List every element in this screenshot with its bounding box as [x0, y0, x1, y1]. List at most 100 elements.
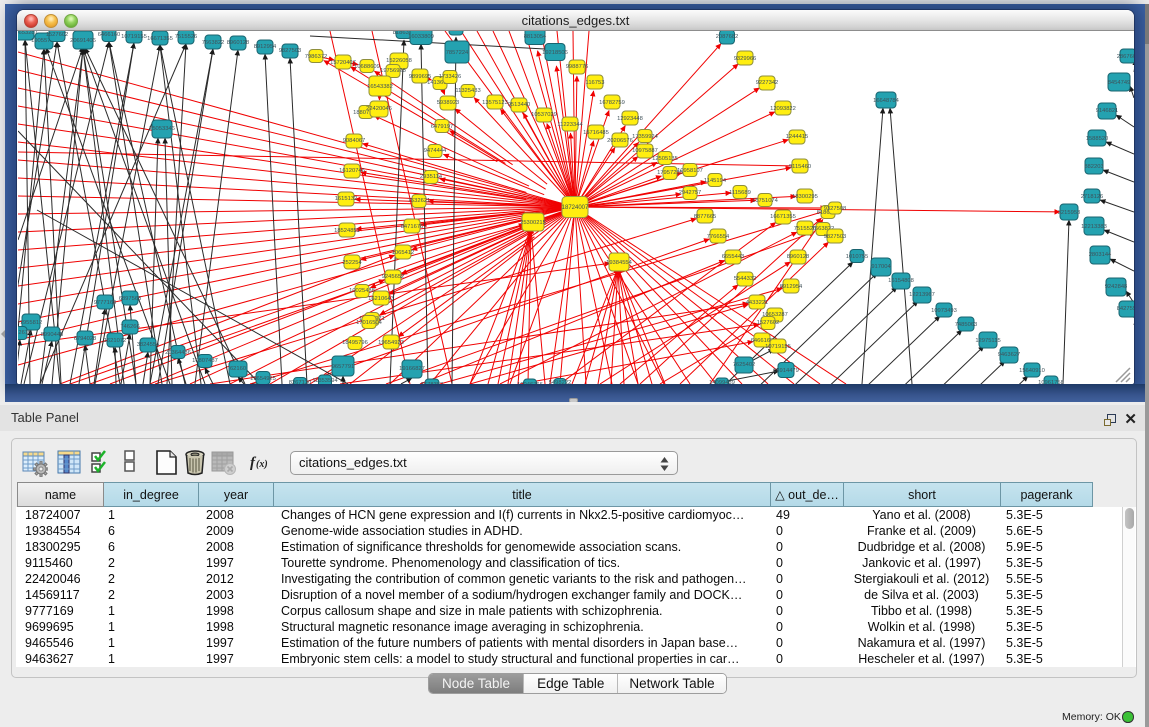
- svg-text:2803144: 2803144: [1089, 252, 1112, 258]
- svg-text:19166827: 19166827: [399, 366, 425, 372]
- svg-text:10719155: 10719155: [765, 344, 791, 350]
- svg-text:10025438: 10025438: [349, 288, 375, 294]
- svg-text:116753: 116753: [586, 80, 605, 86]
- svg-text:12975115: 12975115: [975, 338, 1000, 344]
- svg-text:8877665: 8877665: [694, 214, 717, 220]
- svg-text:882203: 882203: [1084, 164, 1103, 170]
- svg-text:1527602: 1527602: [757, 320, 780, 326]
- svg-text:16543382: 16543382: [367, 84, 393, 90]
- svg-text:15751074: 15751074: [752, 198, 779, 204]
- svg-text:9657791: 9657791: [332, 364, 355, 370]
- svg-text:10973493: 10973493: [931, 308, 957, 314]
- svg-text:62160: 62160: [230, 366, 246, 372]
- svg-text:12213967: 12213967: [909, 292, 935, 298]
- svg-text:7663822: 7663822: [202, 40, 225, 46]
- svg-text:5544332: 5544332: [734, 276, 757, 282]
- svg-text:25300215: 25300215: [520, 220, 546, 226]
- svg-text:3215953: 3215953: [1058, 210, 1081, 216]
- svg-text:9245652: 9245652: [382, 274, 405, 280]
- svg-text:9115460: 9115460: [789, 164, 811, 170]
- svg-text:2718126: 2718126: [1081, 194, 1104, 200]
- svg-text:10975887: 10975887: [632, 148, 658, 154]
- svg-text:7485063: 7485063: [955, 322, 978, 328]
- svg-text:25053346: 25053346: [149, 126, 175, 132]
- svg-text:22420046: 22420046: [366, 106, 392, 112]
- svg-text:15640910: 15640910: [1019, 368, 1045, 374]
- svg-text:16210643: 16210643: [368, 296, 394, 302]
- svg-text:7625402: 7625402: [733, 362, 756, 368]
- svg-text:9463627: 9463627: [998, 352, 1021, 358]
- svg-text:746266: 746266: [120, 324, 139, 330]
- svg-text:7515526: 7515526: [175, 34, 198, 40]
- svg-text:10719155: 10719155: [121, 34, 147, 40]
- svg-text:9084067: 9084067: [343, 138, 366, 144]
- svg-text:1244415: 1244415: [786, 134, 809, 140]
- svg-text:7632621: 7632621: [408, 198, 431, 204]
- svg-text:(x): (x): [256, 459, 268, 470]
- svg-text:16782759: 16782759: [599, 100, 625, 106]
- svg-text:6466160: 6466160: [98, 32, 121, 38]
- svg-text:7986372: 7986372: [305, 54, 328, 60]
- svg-text:8454749: 8454749: [1108, 80, 1131, 86]
- svg-text:9146821: 9146821: [1096, 108, 1119, 114]
- svg-text:16154808: 16154808: [888, 278, 914, 284]
- svg-text:19384554: 19384554: [606, 260, 633, 266]
- svg-text:20206576: 20206576: [607, 138, 633, 144]
- svg-text:8471676: 8471676: [401, 224, 424, 230]
- svg-text:16648784: 16648784: [873, 98, 900, 104]
- svg-text:11325433: 11325433: [455, 88, 480, 94]
- svg-text:16914479: 16914479: [773, 368, 799, 374]
- svg-text:20364436: 20364436: [165, 350, 191, 356]
- svg-text:9827503: 9827503: [824, 234, 847, 240]
- svg-text:917004: 917004: [871, 264, 891, 270]
- svg-text:1615132: 1615132: [335, 196, 358, 202]
- svg-text:6897568: 6897568: [119, 296, 142, 302]
- svg-text:19756928: 19756928: [380, 68, 406, 74]
- svg-text:12505135: 12505135: [652, 156, 678, 162]
- svg-text:17016504: 17016504: [356, 320, 383, 326]
- svg-text:15716485: 15716485: [583, 130, 609, 136]
- svg-text:7955812: 7955812: [20, 320, 43, 326]
- svg-text:15720407: 15720407: [330, 60, 356, 66]
- svg-text:8990448: 8990448: [41, 332, 64, 338]
- svg-text:9327508: 9327508: [445, 31, 468, 32]
- svg-text:3824554: 3824554: [137, 342, 160, 348]
- svg-text:9242848: 9242848: [1105, 284, 1128, 290]
- svg-text:10537029: 10537029: [531, 112, 557, 118]
- svg-text:10688609: 10688609: [354, 64, 380, 70]
- svg-text:6655443: 6655443: [722, 254, 745, 260]
- svg-text:18724007: 18724007: [562, 205, 589, 211]
- svg-text:9329966: 9329966: [734, 56, 757, 62]
- svg-text:19654925: 19654925: [250, 376, 276, 382]
- svg-text:12093822: 12093822: [770, 106, 796, 112]
- svg-text:12923448: 12923448: [617, 116, 643, 122]
- svg-text:8912954: 8912954: [254, 44, 277, 50]
- svg-text:8960128: 8960128: [227, 40, 250, 46]
- svg-text:16033809: 16033809: [408, 34, 434, 40]
- svg-text:12213383: 12213383: [1081, 224, 1107, 230]
- svg-text:1010755: 1010755: [846, 254, 869, 260]
- svg-text:6794028: 6794028: [74, 336, 97, 342]
- svg-text:6479197: 6479197: [431, 124, 454, 130]
- svg-text:16671355: 16671355: [147, 36, 173, 42]
- svg-text:10807487: 10807487: [192, 358, 218, 364]
- svg-text:9474444: 9474444: [424, 148, 447, 154]
- svg-text:8912954: 8912954: [780, 284, 803, 290]
- svg-text:1588520: 1588520: [1086, 136, 1109, 142]
- svg-text:19218506: 19218506: [542, 50, 568, 56]
- svg-text:18300295: 18300295: [792, 194, 818, 200]
- svg-text:7857224: 7857224: [446, 50, 469, 56]
- svg-text:11223344: 11223344: [557, 122, 583, 128]
- svg-text:18524851: 18524851: [334, 228, 360, 234]
- svg-text:2942757: 2942757: [679, 190, 702, 196]
- svg-text:20691406: 20691406: [70, 38, 96, 44]
- svg-text:2935114: 2935114: [420, 174, 443, 180]
- svg-text:4433221: 4433221: [746, 300, 769, 306]
- svg-text:10958107: 10958107: [677, 168, 703, 174]
- svg-text:15226058: 15226058: [386, 58, 412, 64]
- svg-text:9227342: 9227342: [756, 80, 779, 86]
- svg-text:1562615: 1562615: [18, 330, 31, 336]
- svg-text:16120746: 16120746: [339, 168, 365, 174]
- svg-text:16671355: 16671355: [770, 214, 796, 220]
- svg-text:9988776: 9988776: [566, 64, 589, 70]
